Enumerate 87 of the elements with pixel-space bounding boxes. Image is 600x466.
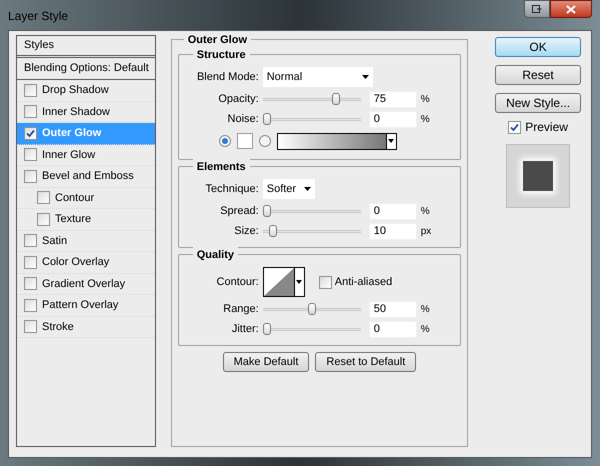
slider-track[interactable]	[262, 93, 361, 105]
checkbox[interactable]	[24, 170, 37, 183]
color-swatch[interactable]	[236, 133, 253, 149]
anti-aliased-label: Anti-aliased	[334, 274, 392, 290]
preview-square	[523, 161, 554, 191]
checkbox[interactable]	[24, 277, 37, 290]
style-list-item[interactable]: Bevel and Emboss	[17, 166, 155, 188]
dialog-button[interactable]: Make Default	[222, 352, 310, 372]
gradient-picker[interactable]	[276, 132, 397, 150]
dialog-button[interactable]: Reset	[495, 65, 582, 85]
slider-label: Size:	[233, 224, 260, 239]
dropdown[interactable]: Normal	[262, 67, 373, 87]
unit-label: %	[420, 322, 430, 336]
checkbox[interactable]	[318, 276, 332, 288]
dialog-button[interactable]: OK	[495, 37, 582, 57]
slider-label: Range:	[222, 302, 260, 317]
slider-thumb[interactable]	[262, 205, 271, 217]
value-field[interactable]: 75	[368, 90, 417, 108]
contour-picker[interactable]	[262, 267, 305, 297]
slider-thumb[interactable]	[332, 93, 340, 105]
technique-label: Technique:	[204, 182, 260, 197]
style-list-item[interactable]: Pattern Overlay	[17, 295, 155, 316]
blending-options-item[interactable]: Blending Options: Default	[17, 58, 155, 80]
close-icon	[566, 4, 576, 14]
caret-icon	[388, 139, 394, 143]
radio-button[interactable]	[258, 135, 271, 147]
checkbox[interactable]	[24, 126, 37, 140]
checkbox[interactable]	[24, 105, 37, 118]
checkbox[interactable]	[508, 120, 522, 134]
unit-label: %	[420, 92, 430, 106]
caret-icon	[362, 75, 369, 79]
styles-header[interactable]: Styles	[17, 36, 155, 58]
dropdown[interactable]: Softer	[262, 179, 315, 199]
unit-label: %	[420, 302, 430, 316]
slider-thumb[interactable]	[308, 303, 316, 315]
checkbox[interactable]	[24, 234, 37, 248]
checkbox[interactable]	[24, 84, 37, 97]
style-list-item[interactable]: Drop Shadow	[17, 80, 155, 102]
style-list-item[interactable]: Satin	[17, 230, 155, 252]
slider-track[interactable]	[262, 113, 361, 125]
checkbox[interactable]	[24, 320, 37, 334]
blend-mode-label: Blend Mode:	[196, 70, 260, 85]
slider-label: Jitter:	[230, 322, 260, 337]
slider-track[interactable]	[262, 225, 361, 237]
checkbox[interactable]	[37, 191, 50, 204]
style-list-item[interactable]: Color Overlay	[17, 252, 155, 274]
unit-label: %	[420, 204, 430, 218]
slider-label: Noise:	[226, 112, 260, 127]
checkmark-icon	[510, 122, 520, 132]
checkbox[interactable]	[24, 256, 37, 269]
close-button[interactable]	[550, 0, 592, 18]
preview-label: Preview	[525, 119, 568, 136]
slider-thumb[interactable]	[262, 113, 271, 125]
value-field[interactable]: 10	[368, 222, 417, 240]
checkmark-icon	[26, 128, 35, 138]
style-list-item[interactable]: Texture	[17, 209, 155, 230]
contour-label: Contour:	[216, 274, 260, 290]
caret-icon	[296, 280, 302, 284]
slider-track[interactable]	[262, 323, 361, 335]
unit-label: px	[420, 224, 432, 238]
style-list-item[interactable]: Stroke	[17, 316, 155, 338]
slider-thumb[interactable]	[262, 323, 271, 335]
slider-thumb[interactable]	[268, 225, 277, 237]
slider-label: Spread:	[219, 204, 260, 219]
checkbox[interactable]	[24, 298, 37, 312]
window-title: Layer Style	[8, 8, 68, 25]
value-field[interactable]: 0	[368, 320, 417, 338]
slider-label: Opacity:	[217, 92, 260, 107]
style-list-item[interactable]: Contour	[17, 188, 155, 209]
group-title: Quality	[192, 247, 238, 264]
caret-icon	[304, 187, 311, 191]
checkbox[interactable]	[37, 212, 50, 226]
value-field[interactable]: 0	[368, 110, 417, 128]
style-list-item[interactable]: Inner Glow	[17, 144, 155, 166]
contour-curve-icon	[264, 268, 294, 296]
dialog-button[interactable]: Reset to Default	[315, 352, 416, 372]
value-field[interactable]: 50	[368, 300, 417, 318]
checkbox[interactable]	[24, 148, 37, 162]
restore-button[interactable]	[524, 0, 550, 18]
style-list-item[interactable]: Gradient Overlay	[17, 274, 155, 295]
radio-button[interactable]	[218, 135, 231, 147]
value-field[interactable]: 0	[368, 202, 417, 220]
window-icon	[532, 5, 542, 13]
slider-track[interactable]	[262, 205, 361, 217]
unit-label: %	[420, 112, 430, 126]
dialog-button[interactable]: New Style...	[495, 93, 582, 113]
slider-track[interactable]	[262, 303, 361, 315]
